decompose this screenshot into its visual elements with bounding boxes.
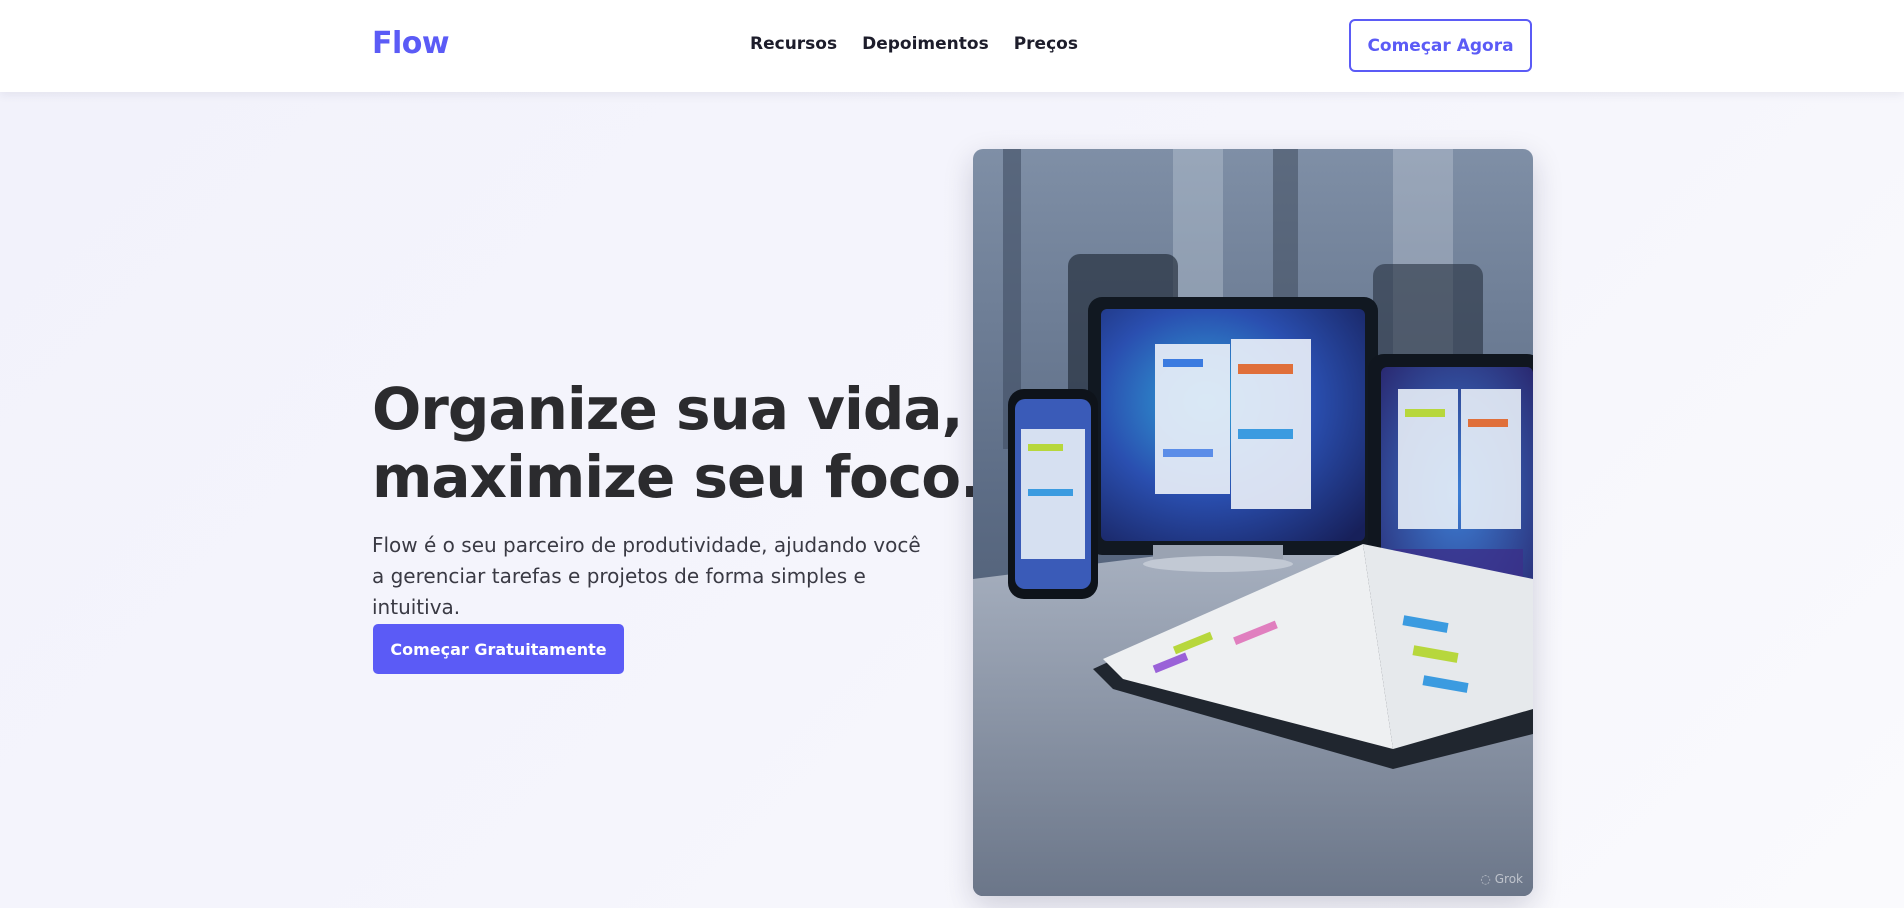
start-free-button[interactable]: Começar Gratuitamente	[373, 624, 624, 674]
main-nav: Recursos Depoimentos Preços	[750, 34, 1078, 54]
devices-illustration	[973, 149, 1533, 896]
hero-devices-image: ◌ Grok	[973, 149, 1533, 896]
nav-link-recursos[interactable]: Recursos	[750, 34, 837, 54]
hero-subtitle: Flow é o seu parceiro de produtividade, …	[372, 533, 921, 619]
hero-title-line-1: Organize sua vida,	[372, 375, 964, 443]
grok-logo-icon: ◌	[1480, 872, 1491, 886]
logo[interactable]: Flow	[372, 26, 450, 61]
hero-title: Organize sua vida, maximize seu foco.	[372, 375, 982, 511]
site-header: Flow Recursos Depoimentos Preços Começar…	[0, 0, 1904, 92]
watermark: ◌ Grok	[1480, 872, 1523, 886]
hero-title-line-2: maximize seu foco.	[372, 443, 982, 511]
nav-link-precos[interactable]: Preços	[1014, 34, 1078, 54]
start-now-button[interactable]: Começar Agora	[1349, 19, 1532, 72]
nav-link-depoimentos[interactable]: Depoimentos	[862, 34, 989, 54]
watermark-text: Grok	[1494, 872, 1523, 886]
